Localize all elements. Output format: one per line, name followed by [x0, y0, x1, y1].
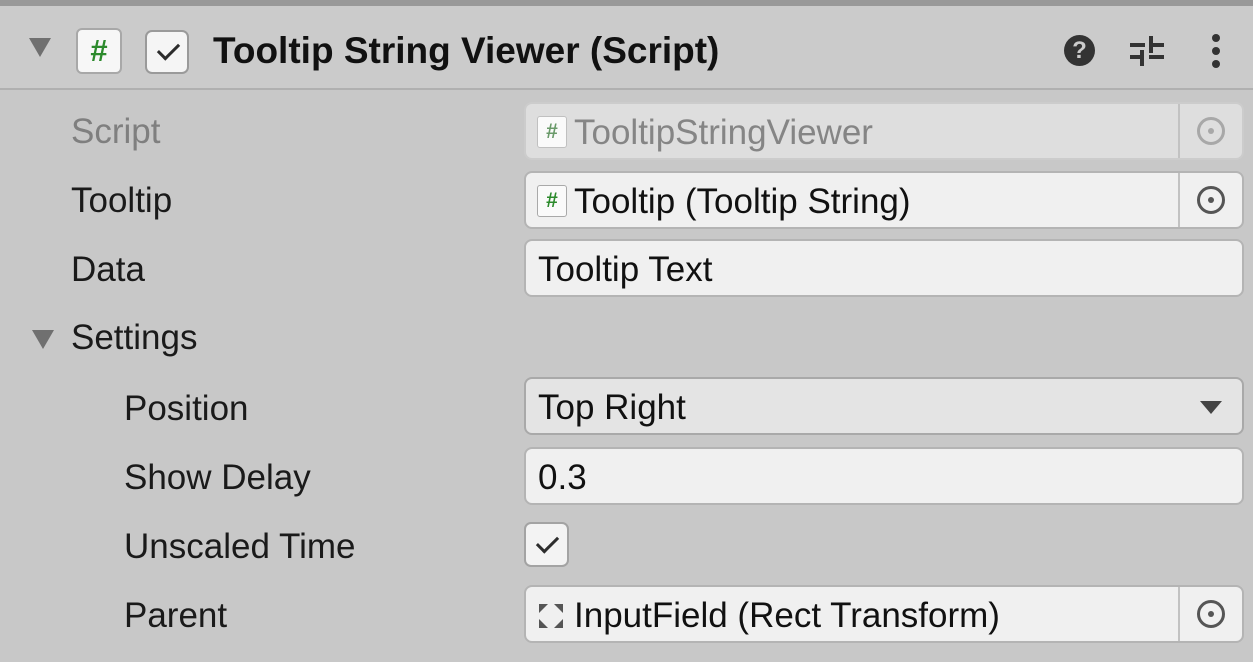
object-picker-button[interactable]	[1178, 173, 1242, 227]
tooltip-value: Tooltip (Tooltip String)	[574, 182, 911, 221]
show-delay-label: Show Delay	[124, 458, 311, 497]
object-picker-button	[1178, 104, 1242, 158]
script-label: Script	[71, 112, 161, 151]
parent-label: Parent	[124, 596, 228, 635]
context-menu-icon[interactable]	[1206, 32, 1226, 70]
component-enabled-checkbox[interactable]	[145, 30, 189, 74]
parent-value: InputField (Rect Transform)	[574, 596, 1000, 635]
object-picker-button[interactable]	[1178, 587, 1242, 641]
unscaled-time-label: Unscaled Time	[124, 527, 356, 566]
help-icon[interactable]: ?	[1064, 35, 1095, 66]
object-picker-icon	[1197, 600, 1225, 628]
show-delay-value: 0.3	[538, 458, 587, 497]
data-value: Tooltip Text	[538, 250, 713, 289]
rect-transform-icon	[539, 604, 563, 628]
dropdown-arrow-icon	[1200, 401, 1222, 414]
settings-foldout-icon[interactable]	[32, 330, 54, 349]
checkmark-icon	[156, 37, 181, 61]
presets-icon[interactable]	[1129, 33, 1165, 69]
checkmark-icon	[535, 530, 560, 554]
unscaled-time-checkbox[interactable]	[524, 522, 569, 567]
script-field: # TooltipStringViewer	[524, 102, 1244, 160]
object-picker-icon	[1197, 117, 1225, 145]
foldout-expanded-icon[interactable]	[29, 38, 51, 57]
settings-foldout-label[interactable]: Settings	[71, 318, 197, 358]
component-title: Tooltip String Viewer (Script)	[213, 30, 720, 71]
csharp-script-icon: #	[537, 185, 567, 217]
csharp-script-icon: #	[537, 116, 567, 148]
position-value: Top Right	[538, 388, 686, 427]
data-text-field[interactable]: Tooltip Text	[524, 239, 1244, 297]
component-header[interactable]: # Tooltip String Viewer (Script) ?	[0, 6, 1253, 90]
show-delay-field[interactable]: 0.3	[524, 447, 1244, 505]
object-picker-icon	[1197, 186, 1225, 214]
data-label: Data	[71, 250, 145, 289]
script-value: TooltipStringViewer	[574, 113, 873, 152]
csharp-script-icon: #	[76, 28, 122, 74]
parent-object-field[interactable]: InputField (Rect Transform)	[524, 585, 1244, 643]
inspector-panel: # Tooltip String Viewer (Script) ? Scrip…	[0, 0, 1253, 662]
position-label: Position	[124, 389, 249, 428]
position-dropdown[interactable]: Top Right	[524, 377, 1244, 435]
tooltip-label: Tooltip	[71, 181, 173, 220]
tooltip-object-field[interactable]: # Tooltip (Tooltip String)	[524, 171, 1244, 229]
